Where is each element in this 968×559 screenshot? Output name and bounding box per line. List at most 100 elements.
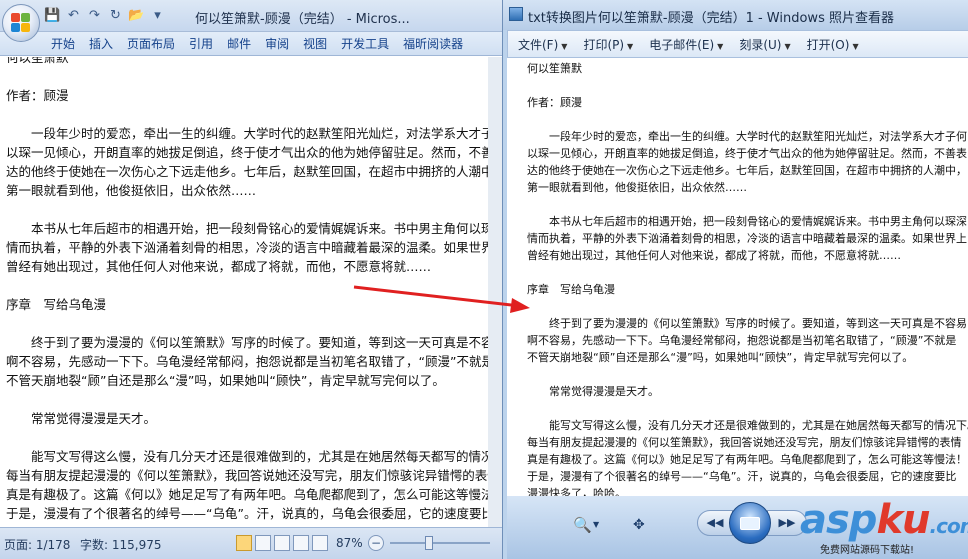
menu-email-label: 电子邮件(E) — [649, 37, 715, 52]
web-layout-icon[interactable] — [274, 535, 290, 551]
ribbon-tabs: 开始 插入 页面布局 引用 邮件 审阅 视图 开发工具 福昕阅读器 — [0, 32, 504, 56]
image-line: 漫漫快多了，哈哈。 — [527, 487, 626, 496]
office-button[interactable] — [2, 4, 40, 42]
image-line: 常常觉得漫漫是天才。 — [527, 385, 659, 398]
red-arrow — [353, 285, 530, 313]
chevron-down-icon[interactable]: ▼ — [593, 520, 599, 529]
viewer-title: txt转换图片何以笙箫默-顾漫（完结）1 - Windows 照片查看器 — [528, 11, 894, 26]
tab-mailings[interactable]: 邮件 — [220, 32, 258, 55]
tab-foxit-reader[interactable]: 福昕阅读器 — [396, 32, 470, 55]
aspku-watermark-logo: aspku.com 免费网站源码下载站! — [800, 500, 968, 559]
image-line: 一段年少时的爱恋，牵出一生的纠缠。大学时代的赵默笙阳光灿烂，对法学系大才子何 — [527, 130, 967, 143]
image-line: 达的他终于使她在一次伤心之下远走他乡。七年后，赵默笙回国，在超市中拥挤的人潮中， — [527, 164, 967, 177]
status-bar: 页面: 1/178 字数: 115,975 87% − — [0, 527, 504, 559]
doc-line: 曾经有她出现过，其他任何人对他来说，都成了将就，而他，不愿意将就…… — [6, 259, 432, 274]
slideshow-icon[interactable] — [729, 502, 771, 544]
brand-domain: .com — [929, 514, 968, 538]
save-icon[interactable]: 💾 — [44, 7, 61, 24]
draft-icon[interactable] — [312, 535, 328, 551]
brand-ku: ku — [876, 497, 930, 543]
zoom-out-button[interactable]: − — [368, 535, 384, 551]
tab-home[interactable]: 开始 — [44, 32, 82, 55]
tab-page-layout[interactable]: 页面布局 — [120, 32, 182, 55]
image-line: 啊不容易，先感动一下下。乌龟漫经常郁闷，抱怨说都是当初笔名取错了，“顾漫”不就是 — [527, 334, 957, 347]
image-line: 情而执着，平静的外表下汹涌着刻骨的相思，冷淡的语言中暗藏着最深的温柔。如果世界上 — [527, 232, 967, 245]
menu-file-label: 文件(F) — [518, 37, 559, 52]
word-titlebar: 💾 ↶ ↷ ↻ 📂 ▾ 何以笙箫默-顾漫（完结） - Micros... — [0, 0, 504, 32]
chevron-down-icon: ▼ — [561, 41, 568, 51]
menu-print-label: 打印(P) — [583, 37, 625, 52]
doc-line: 真是有趣极了。这篇《何以》她足足写了有两年吧。乌龟爬都爬到了，怎么可能这等慢法！ — [6, 487, 502, 502]
image-line: 何以笙箫默 — [527, 62, 582, 75]
menu-open-label: 打开(O) — [806, 37, 850, 52]
image-line: 能写文写得这么慢，没有几分天才还是很难做到的，尤其是在她居然每天都写的情况下。 — [527, 419, 968, 432]
tab-insert[interactable]: 插入 — [82, 32, 120, 55]
zoom-slider-thumb[interactable] — [425, 536, 433, 550]
fit-to-window-icon[interactable]: ✥ — [633, 517, 645, 533]
zoom-level[interactable]: 87% — [336, 536, 363, 550]
doc-line: 作者：顾漫 — [6, 88, 69, 103]
doc-line: 每当有朋友提起漫漫的《何以笙箫默》，我回答说她还没写完，朋友们惊骇诧异错愕的表情 — [6, 468, 500, 483]
doc-line: 何以笙箫默 — [6, 57, 69, 65]
slideshow-screen-icon — [740, 516, 760, 530]
chevron-down-icon: ▼ — [784, 41, 791, 51]
image-line: 每当有朋友提起漫漫的《何以笙箫默》，我回答说她还没写完，朋友们惊骇诧异错愕的表情 — [527, 436, 962, 449]
doc-line: 于是，漫漫有了个很著名的绰号——“乌龟”。汗，说真的，乌龟会很委屈，它的速度要比 — [6, 506, 494, 521]
image-line: 于是，漫漫有了个很著名的绰号——“乌龟”。汗，说真的，乌龟会很委屈，它的速度要比 — [527, 470, 957, 483]
open-folder-icon[interactable]: 📂 — [128, 7, 145, 24]
doc-line: 啊不容易，先感动一下下。乌龟漫经常郁闷，抱怨说都是当初笔名取错了，“顾漫”不就是 — [6, 354, 494, 369]
doc-line: 以琛一见倾心，开朗直率的她拔足倒追，终于使才气出众的他为她停留驻足。然而，不善表 — [6, 145, 502, 160]
undo-icon[interactable]: ↶ — [65, 7, 82, 24]
image-heading: 序章 写给乌龟漫 — [527, 283, 615, 296]
photo-viewer-icon — [509, 7, 523, 21]
word-window: 💾 ↶ ↷ ↻ 📂 ▾ 何以笙箫默-顾漫（完结） - Micros... 开始 … — [0, 0, 504, 559]
repeat-icon[interactable]: ↻ — [107, 7, 124, 24]
brand-asp: asp — [800, 497, 877, 543]
menu-file[interactable]: 文件(F) ▼ — [518, 36, 567, 53]
tab-review[interactable]: 审阅 — [258, 32, 296, 55]
view-buttons — [236, 535, 328, 551]
full-screen-reading-icon[interactable] — [255, 535, 271, 551]
image-line: 本书从七年后超市的相遇开始，把一段刻骨铭心的爱情娓娓诉来。书中男主角何以琛深 — [527, 215, 967, 228]
outline-icon[interactable] — [293, 535, 309, 551]
image-canvas[interactable]: 何以笙箫默 作者：顾漫 一段年少时的爱恋，牵出一生的纠缠。大学时代的赵默笙阳光灿… — [507, 58, 968, 496]
previous-icon[interactable]: ◀◀ — [697, 510, 733, 536]
viewer-titlebar: txt转换图片何以笙箫默-顾漫（完结）1 - Windows 照片查看器 — [503, 0, 968, 30]
page-count[interactable]: 页面: 1/178 — [4, 536, 70, 553]
menu-open[interactable]: 打开(O) ▼ — [807, 36, 859, 53]
viewer-menubar: 文件(F) ▼ 打印(P) ▼ 电子邮件(E) ▼ 刻录(U) ▼ 打开(O) ▼ — [507, 30, 968, 58]
customize-icon[interactable]: ▾ — [149, 7, 166, 24]
window-title: 何以笙箫默-顾漫（完结） - Micros... — [195, 12, 410, 27]
word-count[interactable]: 字数: 115,975 — [80, 536, 161, 553]
doc-line: 能写文写得这么慢，没有几分天才还是很难做到的，尤其是在她居然每天都写的情况下。 — [6, 449, 502, 464]
tab-developer[interactable]: 开发工具 — [334, 32, 396, 55]
chevron-down-icon: ▼ — [852, 41, 859, 51]
doc-line: 终于到了要为漫漫的《何以笙箫默》写序的时候了。要知道，等到这一天可真是不容易 — [6, 335, 502, 350]
image-line: 作者：顾漫 — [527, 96, 582, 109]
doc-line: 第一眼就看到他，他俊挺依旧，出众依然…… — [6, 183, 257, 198]
watermark-slogan: 免费网站源码下载站! — [820, 545, 915, 556]
doc-line: 不管天崩地裂“顾”自还是那么“漫”吗，如果她叫“顾快”，肯定早就写完何以了。 — [6, 373, 445, 388]
menu-email[interactable]: 电子邮件(E) ▼ — [649, 36, 723, 53]
image-line: 终于到了要为漫漫的《何以笙箫默》写序的时候了。要知道，等到这一天可真是不容易 — [527, 317, 967, 330]
menu-burn[interactable]: 刻录(U) ▼ — [739, 36, 790, 53]
zoom-icon[interactable]: 🔍 — [573, 516, 592, 534]
menu-burn-label: 刻录(U) — [739, 37, 782, 52]
redo-icon[interactable]: ↷ — [86, 7, 103, 24]
print-layout-icon[interactable] — [236, 535, 252, 551]
photo-viewer-window: txt转换图片何以笙箫默-顾漫（完结）1 - Windows 照片查看器 文件(… — [502, 0, 968, 559]
tab-view[interactable]: 视图 — [296, 32, 334, 55]
doc-line: 达的他终于使她在一次伤心之下远走他乡。七年后，赵默笙回国，在超市中拥挤的人潮中， — [6, 164, 502, 179]
doc-line: 本书从七年后超市的相遇开始，把一段刻骨铭心的爱情娓娓诉来。书中男主角何以琛深 — [6, 221, 502, 236]
arrow-shaft — [353, 285, 521, 308]
zoom-slider[interactable] — [390, 542, 490, 544]
chevron-down-icon: ▼ — [717, 41, 724, 51]
chevron-down-icon: ▼ — [627, 41, 634, 51]
tab-references[interactable]: 引用 — [182, 32, 220, 55]
image-line: 以琛一见倾心，开朗直率的她拔足倒追，终于使才气出众的他为她停留驻足。然而，不善表 — [527, 147, 967, 160]
menu-print[interactable]: 打印(P) ▼ — [583, 36, 633, 53]
watermark-brand: aspku.com — [800, 500, 968, 546]
arrow-head — [510, 298, 530, 313]
doc-line: 常常觉得漫漫是天才。 — [6, 411, 157, 426]
image-line: 真是有趣极了。这篇《何以》她足足写了有两年吧。乌龟爬都爬到了，怎么可能这等慢法！ — [527, 453, 967, 466]
